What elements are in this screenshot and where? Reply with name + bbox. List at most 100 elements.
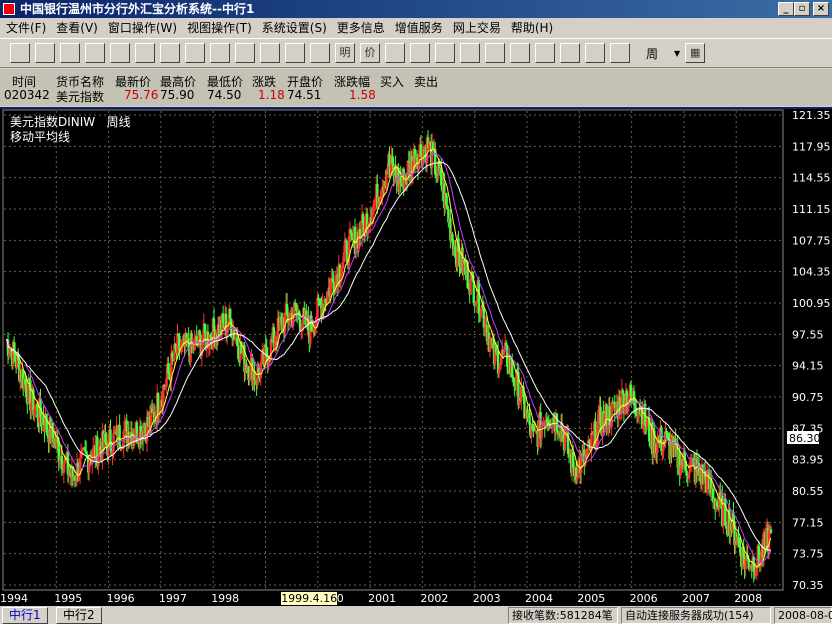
toolbar: 明价 周 ▼ ▦ [0,38,832,68]
open-folder-icon[interactable] [60,43,80,63]
tab-zhonghang2[interactable]: 中行2 [56,607,102,624]
x-tick-label: 2007 [681,592,710,605]
x-axis: 1994199519961997199820002001200220032004… [0,592,832,606]
ma-line-short [5,148,772,569]
menu-item[interactable]: 文件(F) [4,18,54,38]
menu-item[interactable]: 查看(V) [54,18,106,38]
grid4-icon[interactable] [235,43,255,63]
candle-body [112,432,115,452]
x-tick-label: 2003 [472,592,501,605]
y-tick-label: 70.35 [792,579,824,592]
cursor-date-label: 1999.4.16 [281,592,338,605]
x-tick-label: 1994 [0,592,28,605]
menu-item[interactable]: 增值服务 [393,18,451,38]
dropdown-arrow-icon[interactable]: ▼ [674,49,680,58]
window-max-icon[interactable] [260,43,280,63]
copy-icon[interactable] [110,43,130,63]
y-tick-label: 83.95 [792,454,824,467]
tool-价-icon[interactable]: 价 [360,43,380,63]
y-tick-label: 100.95 [792,297,831,310]
candle-body [385,172,388,186]
x-tick-label: 2002 [420,592,449,605]
period-select[interactable]: 周 [635,45,669,62]
news-icon[interactable] [485,43,505,63]
menu-item[interactable]: 视图操作(T) [185,18,260,38]
tab-zhonghang1[interactable]: 中行1 [2,607,48,624]
table-view-icon[interactable]: ▦ [685,43,706,63]
print-icon[interactable] [160,43,180,63]
candle-body [621,390,625,394]
clock-icon[interactable] [435,43,455,63]
menu-item[interactable]: 更多信息 [335,18,393,38]
help-icon[interactable] [560,43,580,63]
price-chart[interactable]: 121.35 117.95 114.55 111.15 107.75 104.35 100.… [0,107,832,592]
status-date: 2008-08-09 [774,607,832,624]
quote-panel: 时间 货币名称 最新价 最高价 最低价 涨跌 开盘价 涨跌幅 买入 卖出 020342 美元指数 75.… [0,69,832,106]
chain-icon[interactable] [310,43,330,63]
warning-icon[interactable] [585,43,605,63]
open-icon[interactable] [35,43,55,63]
save-icon[interactable] [85,43,105,63]
minimize-button[interactable]: _ [778,2,794,16]
quote-value: 74.50 [207,88,242,102]
y-tick-label: 114.55 [792,172,831,185]
quote-value: 1.58 [349,88,376,102]
tool-明-icon[interactable]: 明 [335,43,355,63]
x-tick-label: 2006 [629,592,658,605]
maximize-button[interactable]: ▫ [794,2,810,16]
quote-value: 75.90 [160,88,195,102]
currency-icon[interactable] [460,43,480,63]
window-min-icon[interactable] [285,43,305,63]
y-tick-label: 117.95 [792,140,831,153]
candle-body [229,308,232,319]
quote-value: 75.76 [124,88,159,102]
last-price-label: 86.30 [789,432,821,445]
menu-item[interactable]: 窗口操作(W) [106,18,185,38]
y-tick-label: 97.55 [792,328,824,341]
x-tick-label: 2005 [577,592,606,605]
new-icon[interactable] [10,43,30,63]
quote-value: 1.18 [258,88,285,102]
x-tick-label: 1995 [54,592,83,605]
window-title: 中国银行温州市分行外汇宝分析系统--中行1 [20,2,255,16]
x-tick-label: 1997 [158,592,187,605]
x-tick-label: 2008 [734,592,763,605]
candle-body [85,453,89,457]
plot-frame [2,109,784,591]
x-tick-label: 1996 [106,592,135,605]
candle-body [576,477,579,481]
close-button[interactable]: × [813,2,829,16]
split-v-icon[interactable] [210,43,230,63]
split-h-icon[interactable] [185,43,205,63]
x-tick-label: 2001 [368,592,397,605]
quote-value: 74.51 [287,88,322,102]
paste-icon[interactable] [135,43,155,63]
quote-header: 卖出 [414,75,439,89]
menu-item[interactable]: 网上交易 [451,18,509,38]
white-box-icon[interactable] [535,43,555,63]
menu-item[interactable]: 帮助(H) [509,18,561,38]
app-icon [3,3,15,15]
y-tick-label: 73.75 [792,548,824,561]
status-bar: 中行1 中行2 接收笔数:581284笔 自动连接服务器成功(154) 2008… [0,606,832,624]
arrow-down-icon[interactable] [510,43,530,63]
menu-bar: 文件(F) 查看(V) 窗口操作(W) 视图操作(T) 系统设置(S) 更多信息 增值服务网… [0,18,832,38]
quote-value: 020342 [4,88,50,102]
y-tick-label: 77.15 [792,516,824,529]
ma-line-long [5,161,772,551]
menu-item[interactable]: 系统设置(S) [260,18,335,38]
chart-period: 周线 [106,115,131,129]
candle-body [769,529,773,533]
candle-body [118,425,121,446]
quote-value: 美元指数 [56,90,105,104]
user-icon[interactable] [610,43,630,63]
y-tick-label: 107.75 [792,234,831,247]
y-tick-label: 121.35 [792,109,831,122]
chart-title-text: 美元指数DINIW [10,115,96,129]
chart-switch-icon[interactable] [385,43,405,63]
y-tick-label: 90.75 [792,391,824,404]
quote-header: 买入 [380,75,405,89]
x-tick-label: 2004 [525,592,553,605]
table-icon[interactable] [410,43,430,63]
y-tick-label: 94.15 [792,360,824,373]
